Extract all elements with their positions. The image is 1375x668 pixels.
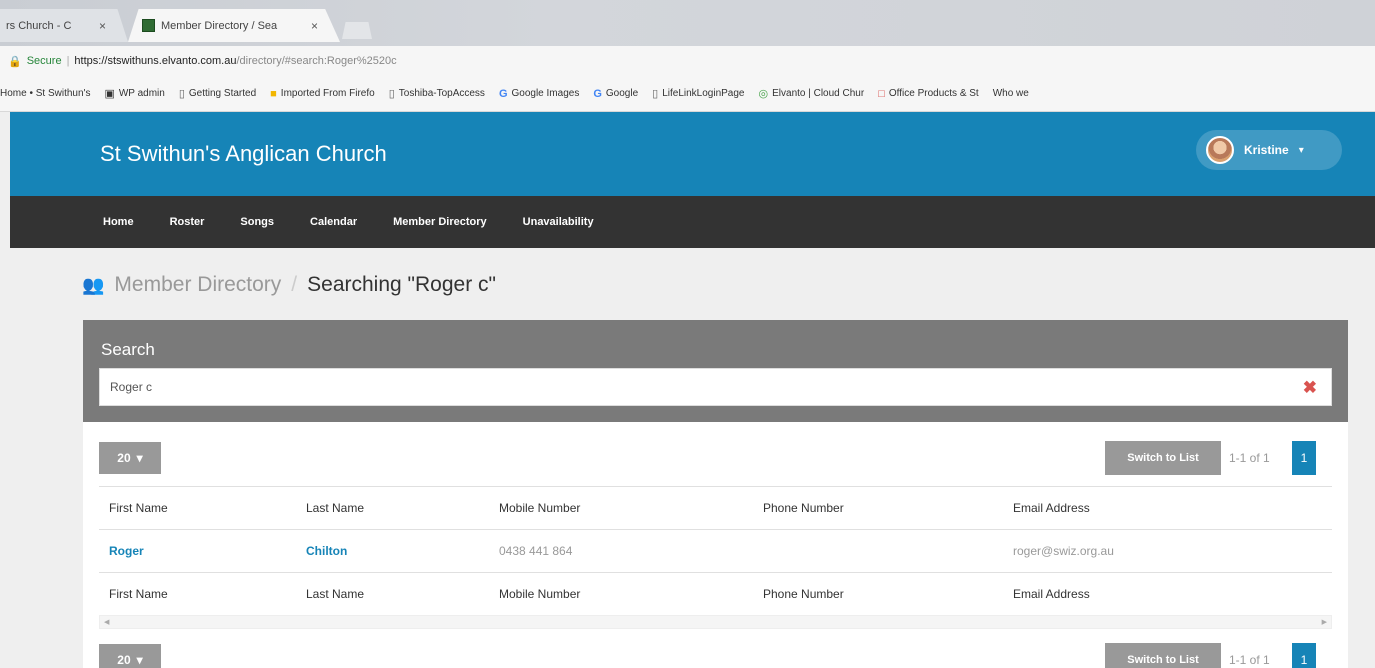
bookmark-google-images[interactable]: G Google Images bbox=[499, 88, 579, 100]
new-tab-button[interactable] bbox=[342, 22, 372, 39]
switch-to-list-button-bottom[interactable]: Switch to List bbox=[1105, 643, 1221, 668]
page-button-1[interactable]: 1 bbox=[1292, 441, 1316, 475]
table-row: Roger Chilton 0438 441 864 roger@swiz.or… bbox=[99, 529, 1332, 573]
phone-number bbox=[753, 529, 1003, 573]
chevron-down-icon: ▾ bbox=[1298, 144, 1304, 156]
bookmarks-bar: Home • St Swithun's ▣ WP admin ▯ Getting S… bbox=[0, 76, 1375, 112]
secure-label: Secure bbox=[26, 55, 62, 67]
browser-tab-member-directory[interactable]: Member Directory / Sea × bbox=[128, 9, 340, 42]
search-label: Search bbox=[101, 340, 155, 359]
office-icon: □ bbox=[878, 87, 885, 100]
people-icon: 👥 bbox=[82, 274, 105, 295]
table-footer-row: First Name Last Name Mobile Number Phone… bbox=[99, 573, 1332, 616]
avatar bbox=[1206, 136, 1234, 164]
nav-item-home[interactable]: Home bbox=[103, 216, 134, 228]
column-footer-phone: Phone Number bbox=[763, 587, 844, 602]
bookmark-home[interactable]: Home • St Swithun's bbox=[0, 88, 90, 99]
column-footer-first-name: First Name bbox=[109, 587, 168, 602]
bookmark-elvanto[interactable]: ◎ Elvanto | Cloud Chur bbox=[759, 87, 865, 100]
bookmark-wp-admin[interactable]: ▣ WP admin bbox=[104, 87, 164, 100]
nav-item-calendar[interactable]: Calendar bbox=[310, 216, 357, 228]
app-header: St Swithun's Anglican Church Kristine ▾ bbox=[10, 112, 1375, 196]
close-icon[interactable]: × bbox=[99, 19, 118, 33]
page-icon: ▯ bbox=[652, 88, 659, 100]
google-icon: G bbox=[593, 87, 602, 100]
breadcrumb-separator: / bbox=[291, 273, 298, 296]
last-name-link[interactable]: Chilton bbox=[296, 529, 489, 573]
bookmark-office-products[interactable]: □ Office Products & St bbox=[878, 88, 979, 100]
column-footer-mobile: Mobile Number bbox=[499, 587, 581, 602]
column-header-last-name[interactable]: Last Name bbox=[296, 486, 489, 530]
breadcrumb-member-directory[interactable]: Member Directory bbox=[114, 273, 281, 297]
site-title[interactable]: St Swithun's Anglican Church bbox=[100, 141, 387, 167]
close-icon[interactable]: × bbox=[311, 19, 330, 33]
column-header-email[interactable]: Email Address bbox=[1003, 486, 1332, 530]
column-header-mobile[interactable]: Mobile Number bbox=[489, 486, 753, 530]
search-panel: Search ✖ bbox=[83, 320, 1348, 422]
main-nav: Home Roster Songs Calendar Member Direct… bbox=[10, 196, 1375, 248]
bookmark-toshiba[interactable]: ▯ Toshiba-TopAccess bbox=[389, 87, 485, 100]
scroll-left-icon[interactable]: ◀ bbox=[104, 618, 109, 626]
switch-to-list-button[interactable]: Switch to List bbox=[1105, 441, 1221, 475]
member-table: First Name Last Name Mobile Number Phone… bbox=[99, 486, 1332, 616]
chevron-down-icon: ▾ bbox=[136, 653, 143, 667]
horizontal-scrollbar[interactable]: ◀ ▶ bbox=[99, 615, 1332, 629]
page-title: Searching "Roger c" bbox=[307, 273, 496, 296]
url-path: /directory/#search:Roger%2520c bbox=[236, 55, 397, 67]
email-address[interactable]: roger@swiz.org.au bbox=[1003, 529, 1332, 573]
tab-label: Member Directory / Sea bbox=[161, 19, 278, 32]
bookmark-getting-started[interactable]: ▯ Getting Started bbox=[179, 87, 256, 100]
page-icon: ▯ bbox=[388, 88, 395, 100]
per-page-value: 20 bbox=[117, 451, 131, 465]
nav-item-roster[interactable]: Roster bbox=[170, 216, 205, 228]
table-header-row: First Name Last Name Mobile Number Phone… bbox=[99, 486, 1332, 530]
scroll-right-icon[interactable]: ▶ bbox=[1322, 618, 1327, 626]
per-page-select-bottom[interactable]: 20 ▾ bbox=[99, 644, 161, 668]
search-input[interactable] bbox=[100, 369, 1331, 405]
user-name: Kristine bbox=[1244, 143, 1289, 157]
column-footer-last-name: Last Name bbox=[306, 587, 365, 602]
page-icon: ▯ bbox=[178, 88, 185, 100]
per-page-select-top[interactable]: 20 ▾ bbox=[99, 442, 161, 474]
column-header-first-name[interactable]: First Name bbox=[99, 486, 296, 530]
user-menu-button[interactable]: Kristine ▾ bbox=[1196, 130, 1342, 170]
chevron-down-icon: ▾ bbox=[136, 451, 143, 465]
google-icon: G bbox=[498, 87, 508, 100]
tab-label: rs Church - C bbox=[6, 19, 72, 32]
results-range-bottom: 1-1 of 1 bbox=[1229, 653, 1270, 667]
page-button-1-bottom[interactable]: 1 bbox=[1292, 643, 1316, 668]
folder-icon: ■ bbox=[270, 87, 277, 100]
bookmark-lifelink[interactable]: ▯ LifeLinkLoginPage bbox=[652, 87, 744, 100]
nav-item-unavailability[interactable]: Unavailability bbox=[523, 216, 594, 228]
browser-tabstrip: rs Church - C × Member Directory / Sea × bbox=[0, 0, 1375, 46]
nav-item-songs[interactable]: Songs bbox=[240, 216, 274, 228]
wordpress-icon: ▣ bbox=[104, 88, 115, 100]
bookmark-google[interactable]: G Google bbox=[593, 88, 638, 100]
search-field: ✖ bbox=[99, 368, 1332, 406]
results-panel: 20 ▾ Switch to List 1-1 of 1 1 First Nam… bbox=[83, 422, 1348, 668]
lock-icon: 🔒 bbox=[8, 55, 22, 68]
per-page-value: 20 bbox=[117, 653, 131, 667]
first-name-link[interactable]: Roger bbox=[99, 529, 296, 573]
browser-tab-church[interactable]: rs Church - C × bbox=[0, 9, 128, 42]
bookmark-imported[interactable]: ■ Imported From Firefo bbox=[270, 88, 375, 100]
results-range: 1-1 of 1 bbox=[1229, 451, 1270, 465]
column-header-phone[interactable]: Phone Number bbox=[753, 486, 1003, 530]
address-bar[interactable]: 🔒 Secure | https://stswithuns.elvanto.co… bbox=[0, 46, 1375, 76]
elvanto-icon: ◎ bbox=[758, 88, 769, 100]
elvanto-favicon-icon bbox=[142, 19, 155, 32]
clear-search-icon[interactable]: ✖ bbox=[1303, 378, 1317, 398]
url-host: https://stswithuns.elvanto.com.au bbox=[74, 55, 237, 67]
bookmark-who-we[interactable]: Who we bbox=[993, 88, 1029, 99]
breadcrumb: 👥 Member Directory / Searching "Roger c" bbox=[82, 270, 496, 300]
mobile-number: 0438 441 864 bbox=[489, 529, 753, 573]
url-separator: | bbox=[66, 55, 70, 67]
nav-item-member-directory[interactable]: Member Directory bbox=[393, 216, 487, 228]
column-footer-email: Email Address bbox=[1013, 587, 1090, 602]
